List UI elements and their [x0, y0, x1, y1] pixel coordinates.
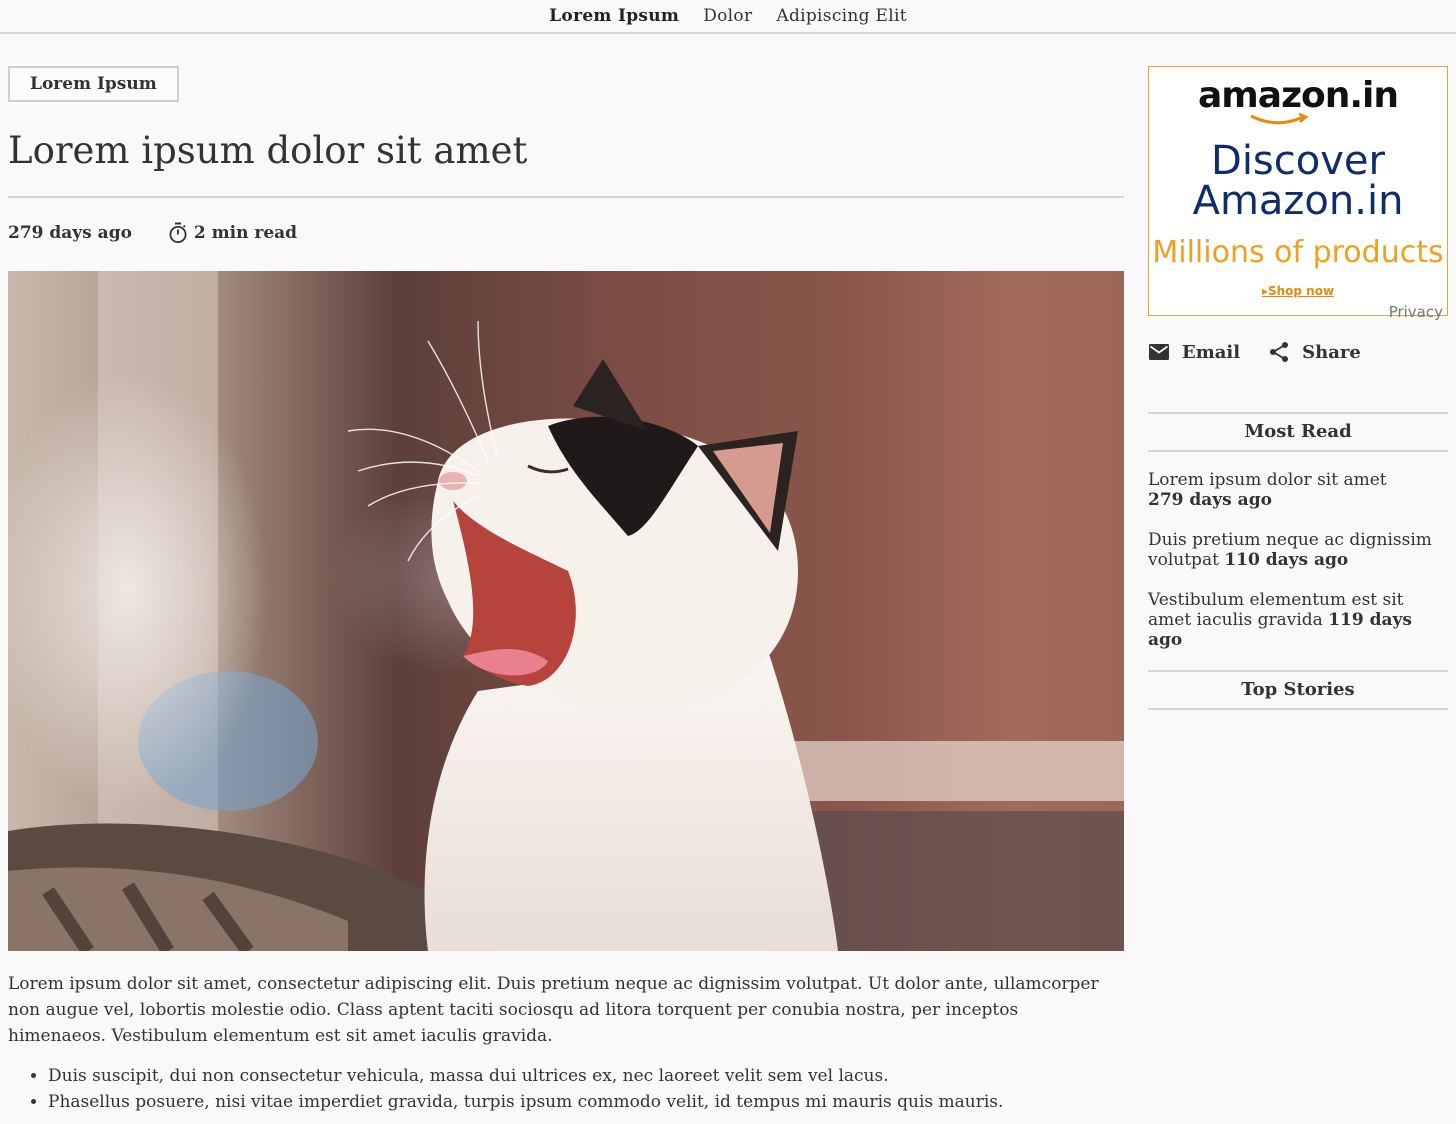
article: Lorem Ipsum Lorem ipsum dolor sit amet 2…	[8, 66, 1124, 1115]
title-divider	[8, 196, 1124, 198]
share-button[interactable]: Share	[1268, 341, 1361, 363]
category-tag[interactable]: Lorem Ipsum	[8, 66, 179, 102]
ad-headline-line2: Amazon.in	[1192, 178, 1404, 224]
article-bullet-list: Duis suscipit, dui non consectetur vehic…	[8, 1063, 1108, 1115]
email-label: Email	[1182, 341, 1241, 363]
list-item[interactable]: Vestibulum elementum est sit amet iaculi…	[1148, 590, 1448, 650]
most-read-list: Lorem ipsum dolor sit amet 279 days ago …	[1148, 470, 1448, 650]
list-item[interactable]: Duis pretium neque ac dignissim volutpat…	[1148, 530, 1448, 570]
article-paragraph: Lorem ipsum dolor sit amet, consectetur …	[8, 974, 1099, 1046]
most-read-time: 279 days ago	[1148, 490, 1272, 510]
share-icon	[1270, 342, 1289, 362]
most-read-heading: Most Read	[1148, 412, 1448, 452]
article-meta: 279 days ago 2 min read	[8, 221, 1124, 245]
top-stories-heading: Top Stories	[1148, 670, 1448, 710]
amazon-smile-icon	[1250, 113, 1309, 125]
envelope-icon	[1149, 344, 1169, 360]
top-nav: Lorem Ipsum Dolor Adipiscing Elit	[0, 0, 1456, 34]
ad-shop-now-link[interactable]: ▸Shop now	[1149, 284, 1447, 298]
hero-image	[8, 271, 1124, 951]
amazon-logo-text: amazon.in	[1197, 75, 1399, 116]
ad-headline: Discover Amazon.in	[1149, 141, 1447, 221]
article-title: Lorem ipsum dolor sit amet	[8, 129, 528, 172]
email-button[interactable]: Email	[1148, 342, 1240, 363]
most-read-time: 110 days ago	[1224, 550, 1349, 570]
stopwatch-icon	[169, 222, 187, 243]
list-item: Phasellus posuere, nisi vitae imperdiet …	[48, 1089, 1108, 1115]
nav-item-adipiscing-elit[interactable]: Adipiscing Elit	[776, 6, 906, 26]
nav-item-dolor[interactable]: Dolor	[703, 6, 752, 26]
amazon-ad-banner[interactable]: amazon.in Discover Amazon.in Millions of…	[1148, 66, 1448, 321]
nav-item-lorem-ipsum[interactable]: Lorem Ipsum	[549, 6, 679, 26]
sidebar: amazon.in Discover Amazon.in Millions of…	[1148, 66, 1448, 710]
ad-tagline: Millions of products	[1152, 235, 1444, 270]
read-time: 2 min read	[168, 222, 297, 244]
ad-shop-now-label: Shop now	[1267, 284, 1335, 298]
share-label: Share	[1302, 341, 1361, 363]
posted-time: 279 days ago	[8, 223, 132, 243]
ad-headline-line1: Discover	[1211, 138, 1385, 184]
most-read-title: Lorem ipsum dolor sit amet	[1148, 470, 1387, 490]
list-item: Duis suscipit, dui non consectetur vehic…	[48, 1063, 1108, 1089]
share-actions: Email Share	[1148, 340, 1448, 364]
read-time-label: 2 min read	[193, 223, 298, 243]
article-body: Lorem ipsum dolor sit amet, consectetur …	[8, 971, 1108, 1115]
list-item[interactable]: Lorem ipsum dolor sit amet 279 days ago	[1148, 470, 1448, 510]
kitten-illustration	[8, 271, 1124, 951]
ad-privacy-link[interactable]: Privacy	[1389, 303, 1443, 321]
